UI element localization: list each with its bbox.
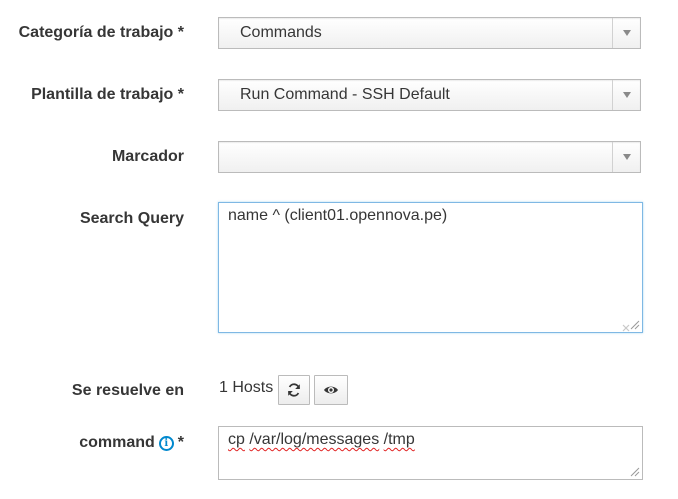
job-category-label: Categoría de trabajo * [18, 24, 184, 41]
command-required-mark: * [177, 434, 184, 451]
command-label-text: command [79, 434, 155, 451]
preview-hosts-button[interactable] [314, 375, 348, 405]
job-template-label: Plantilla de trabajo * [31, 86, 184, 103]
bookmark-select[interactable] [218, 141, 641, 173]
job-category-value: Commands [240, 24, 322, 41]
eye-icon [324, 386, 338, 394]
refresh-button[interactable] [278, 375, 310, 405]
search-query-text: name ^ (client01.opennova.pe) [228, 207, 448, 224]
job-template-value: Run Command - SSH Default [240, 86, 450, 103]
command-token: /tmp [383, 431, 415, 448]
chevron-down-icon[interactable] [612, 80, 640, 110]
hosts-count: 1 Hosts [219, 379, 274, 396]
command-label: command i * [79, 434, 184, 452]
command-token: /var/log/messages [249, 431, 380, 448]
search-query-textarea[interactable]: name ^ (client01.opennova.pe) [218, 202, 643, 333]
resolves-to-label: Se resuelve en [71, 382, 184, 399]
chevron-down-icon[interactable] [612, 18, 640, 48]
job-category-select[interactable]: Commands [218, 17, 641, 49]
search-query-label: Search Query [79, 210, 184, 227]
clear-x-icon[interactable] [621, 323, 631, 333]
refresh-icon [288, 383, 300, 397]
chevron-down-icon[interactable] [612, 142, 640, 172]
bookmark-label: Marcador [111, 148, 184, 165]
command-textarea[interactable]: cp /var/log/messages /tmp [218, 426, 643, 480]
resize-grip-icon[interactable] [630, 320, 640, 330]
resize-grip-icon[interactable] [630, 467, 640, 477]
command-token: cp [228, 431, 245, 448]
job-template-select[interactable]: Run Command - SSH Default [218, 79, 641, 111]
command-text: cp /var/log/messages /tmp [228, 431, 415, 449]
info-icon[interactable]: i [158, 436, 174, 451]
